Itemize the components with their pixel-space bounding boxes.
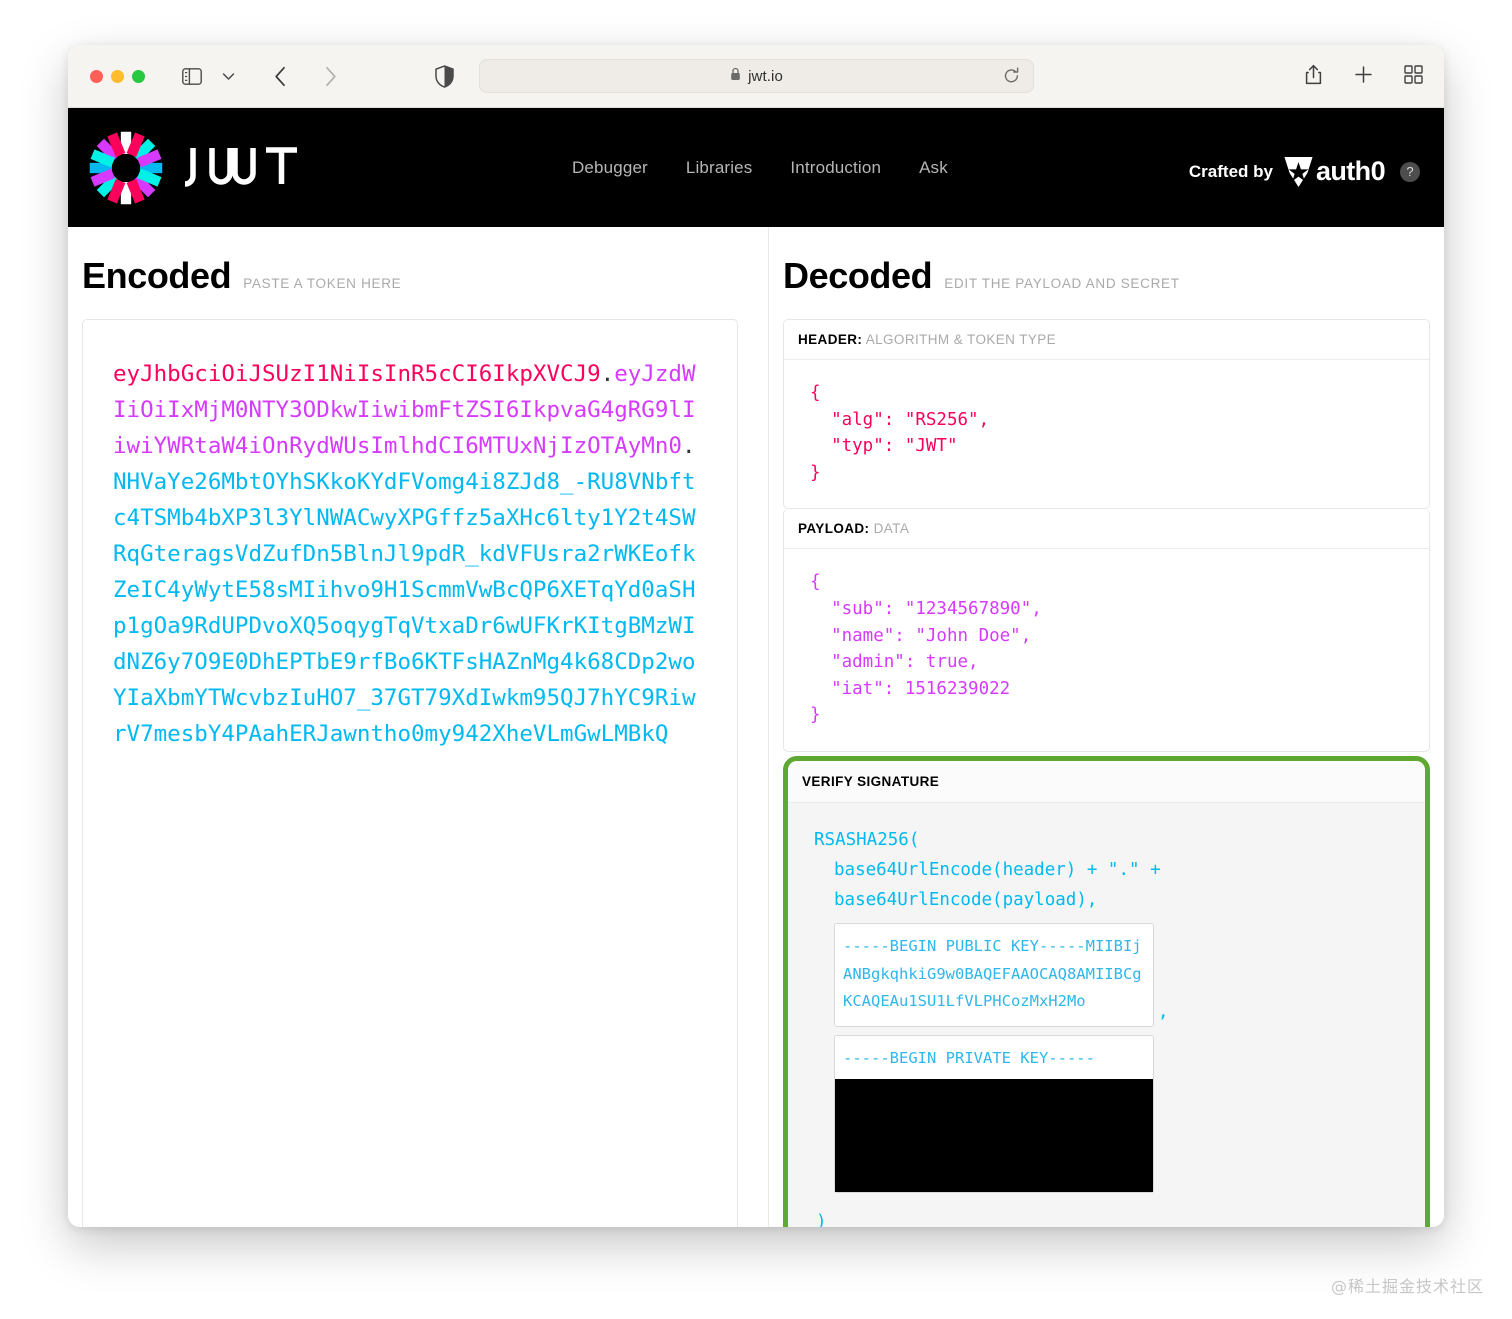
nav-item-ask[interactable]: Ask bbox=[919, 158, 948, 178]
verify-closing-paren: ) bbox=[814, 1207, 1399, 1227]
header-json-editor[interactable]: { "alg": "RS256", "typ": "JWT" } bbox=[784, 360, 1429, 508]
nav-item-introduction[interactable]: Introduction bbox=[790, 158, 881, 178]
lock-icon bbox=[730, 67, 741, 86]
forward-arrow-icon[interactable] bbox=[313, 61, 347, 91]
token-separator-1: . bbox=[601, 361, 615, 387]
public-key-input[interactable]: -----BEGIN PUBLIC KEY-----MIIBIjANBgkqhk… bbox=[834, 923, 1154, 1027]
main-content: Encoded PASTE A TOKEN HERE eyJhbGciOiJSU… bbox=[68, 227, 1444, 1227]
token-signature-segment: NHVaYe26MbtOYhSKkoKYdFVomg4i8ZJd8_-RU8VN… bbox=[113, 469, 695, 747]
browser-window: jwt.io bbox=[68, 45, 1444, 1227]
verify-line-3: base64UrlEncode(payload), bbox=[814, 885, 1399, 915]
help-icon[interactable]: ? bbox=[1400, 162, 1420, 182]
back-arrow-icon[interactable] bbox=[263, 61, 297, 91]
share-icon[interactable] bbox=[1300, 59, 1326, 89]
jwt-logo-icon bbox=[89, 131, 163, 205]
payload-panel-label: PAYLOAD: bbox=[798, 521, 869, 536]
url-text: jwt.io bbox=[748, 68, 783, 85]
shield-icon[interactable] bbox=[435, 65, 454, 88]
encoded-column: Encoded PASTE A TOKEN HERE eyJhbGciOiJSU… bbox=[68, 227, 768, 1227]
verify-algorithm-line: RSASHA256( bbox=[814, 825, 1399, 855]
auth0-logo[interactable]: auth0 bbox=[1284, 156, 1385, 187]
toolbar-right-actions bbox=[1300, 59, 1426, 89]
private-key-input[interactable]: -----BEGIN PRIVATE KEY----- bbox=[834, 1035, 1154, 1193]
jwt-wordmark bbox=[181, 146, 306, 190]
encoded-title: Encoded bbox=[82, 255, 231, 297]
plus-icon[interactable] bbox=[1350, 59, 1376, 89]
close-window-button[interactable] bbox=[90, 70, 103, 83]
nav-item-debugger[interactable]: Debugger bbox=[572, 158, 648, 178]
token-header-segment: eyJhbGciOiJSUzI1NiIsInR5cCI6IkpXVCJ9 bbox=[113, 361, 601, 387]
decoded-panels: HEADER: ALGORITHM & TOKEN TYPE { "alg": … bbox=[783, 319, 1430, 1227]
payload-panel-head: PAYLOAD: DATA bbox=[784, 509, 1429, 549]
verify-signature-body: RSASHA256( base64UrlEncode(header) + "."… bbox=[788, 803, 1425, 1227]
auth0-mark-icon bbox=[1284, 157, 1313, 187]
screenshot-root: jwt.io bbox=[0, 0, 1512, 1319]
header-panel-label: HEADER: bbox=[798, 332, 862, 347]
token-separator-2: . bbox=[682, 433, 696, 459]
encoded-token-input[interactable]: eyJhbGciOiJSUzI1NiIsInR5cCI6IkpXVCJ9.eyJ… bbox=[82, 319, 738, 1227]
public-key-comma: , bbox=[1158, 997, 1169, 1027]
navigation-controls bbox=[175, 61, 347, 91]
payload-panel-sublabel: DATA bbox=[874, 521, 910, 536]
auth0-wordmark: auth0 bbox=[1316, 156, 1385, 187]
main-nav: Debugger Libraries Introduction Ask bbox=[572, 158, 948, 178]
chevron-down-icon[interactable] bbox=[211, 61, 245, 91]
reload-icon[interactable] bbox=[1003, 67, 1020, 90]
header-panel-head: HEADER: ALGORITHM & TOKEN TYPE bbox=[784, 320, 1429, 360]
watermark: @稀土掘金技术社区 bbox=[1331, 1273, 1484, 1297]
payload-panel: PAYLOAD: DATA { "sub": "1234567890", "na… bbox=[783, 509, 1430, 752]
window-controls bbox=[90, 70, 145, 83]
sidebar-toggle-icon[interactable] bbox=[175, 61, 209, 91]
brand-logo[interactable] bbox=[89, 131, 306, 205]
crafted-by: Crafted by auth0 ? bbox=[1189, 156, 1420, 187]
nav-item-libraries[interactable]: Libraries bbox=[686, 158, 753, 178]
minimize-window-button[interactable] bbox=[111, 70, 124, 83]
header-panel: HEADER: ALGORITHM & TOKEN TYPE { "alg": … bbox=[783, 319, 1430, 509]
maximize-window-button[interactable] bbox=[132, 70, 145, 83]
encoded-hint: PASTE A TOKEN HERE bbox=[243, 276, 401, 291]
browser-toolbar: jwt.io bbox=[68, 45, 1444, 108]
private-key-redaction bbox=[835, 1079, 1153, 1192]
payload-json-editor[interactable]: { "sub": "1234567890", "name": "John Doe… bbox=[784, 549, 1429, 751]
decoded-title-row: Decoded EDIT THE PAYLOAD AND SECRET bbox=[769, 227, 1444, 297]
verify-signature-label: VERIFY SIGNATURE bbox=[788, 761, 1425, 803]
header-panel-sublabel: ALGORITHM & TOKEN TYPE bbox=[866, 332, 1056, 347]
encoded-title-row: Encoded PASTE A TOKEN HERE bbox=[68, 227, 768, 297]
decoded-title: Decoded bbox=[783, 255, 932, 297]
crafted-by-label: Crafted by bbox=[1189, 162, 1273, 182]
verify-signature-panel: VERIFY SIGNATURE RSASHA256( base64UrlEnc… bbox=[783, 756, 1430, 1227]
decoded-column: Decoded EDIT THE PAYLOAD AND SECRET HEAD… bbox=[768, 227, 1444, 1227]
address-bar[interactable]: jwt.io bbox=[479, 59, 1034, 93]
decoded-hint: EDIT THE PAYLOAD AND SECRET bbox=[944, 276, 1179, 291]
site-header: Debugger Libraries Introduction Ask Craf… bbox=[68, 108, 1444, 227]
private-key-header-line: -----BEGIN PRIVATE KEY----- bbox=[843, 1045, 1145, 1073]
verify-line-2: base64UrlEncode(header) + "." + bbox=[814, 855, 1399, 885]
tab-overview-icon[interactable] bbox=[1400, 59, 1426, 89]
